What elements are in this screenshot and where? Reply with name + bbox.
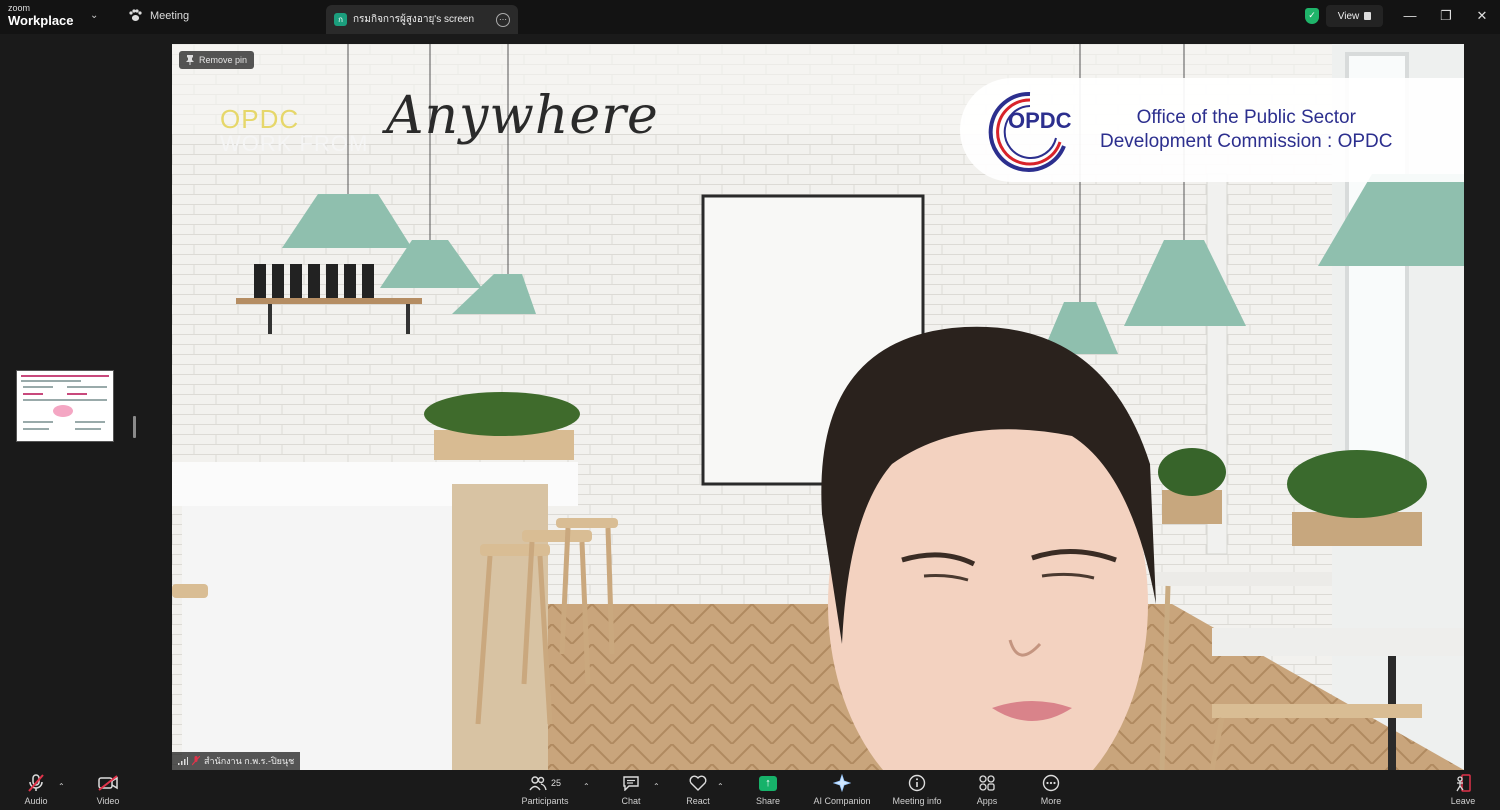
meeting-area: Remove pin OPDC WORK FROM Anywhere OPDC … [0,34,1500,770]
more-label: More [1040,796,1062,806]
meeting-controls: Audio ⌃ Video 25 Participants ⌃ Chat ⌃ R… [0,770,1500,810]
share-icon: ↑ [757,772,779,794]
audio-label: Audio [24,796,48,806]
video-button[interactable]: Video [73,772,143,806]
leave-label: Leave [1450,796,1476,806]
tab-shared-screen-label: กรมกิจการผู้สูงอายุ's screen [353,14,475,25]
title-bar: zoom Workplace ⌄ Meeting ก กรมกิจการผู้ส… [0,0,1500,34]
slogan-script: Anywhere [386,86,659,146]
audio-caret-icon[interactable]: ⌃ [58,782,65,791]
brand-top: zoom [8,3,31,13]
opdc-logo-text: OPDC [1008,108,1072,133]
panel-splitter[interactable] [133,416,136,438]
pinned-video[interactable]: Remove pin OPDC WORK FROM Anywhere OPDC … [172,44,1464,770]
chevron-down-icon[interactable]: ⌄ [90,10,98,21]
ai-companion-label: AI Companion [813,796,871,806]
view-label: View [1337,10,1360,22]
chat-icon [620,772,642,794]
opdc-logo-card: OPDC Office of the Public Sector Develop… [960,78,1464,182]
background-slogan: OPDC WORK FROM [220,106,368,155]
react-caret-icon[interactable]: ⌃ [717,782,724,791]
participants-icon: 25 [523,772,567,794]
view-icon [1364,12,1372,20]
muted-mic-icon [25,772,47,794]
signal-icon [178,757,188,765]
view-button[interactable]: View [1326,5,1383,27]
shield-check-icon[interactable]: ✓ [1305,8,1319,24]
maximize-icon[interactable]: ❐ [1436,8,1456,24]
minimize-icon[interactable]: — [1400,8,1420,23]
ai-companion-button[interactable]: AI Companion [807,772,877,806]
video-off-icon [97,772,119,794]
apps-label: Apps [976,796,998,806]
share-label: Share [755,796,781,806]
pin-icon [186,55,194,65]
close-icon[interactable]: ✕ [1472,8,1492,24]
more-button[interactable]: More [1016,772,1086,806]
remove-pin-label: Remove pin [199,55,248,65]
participants-count: 25 [550,778,561,788]
slogan-line2: WORK FROM [220,130,369,156]
leave-icon [1452,772,1474,794]
heart-icon [687,772,709,794]
video-label: Video [96,796,120,806]
tab-meeting[interactable]: Meeting [128,9,189,22]
participants-caret-icon[interactable]: ⌃ [583,782,590,791]
tab-badge: ก [334,13,347,26]
meeting-info-label: Meeting info [892,796,942,806]
chat-caret-icon[interactable]: ⌃ [653,782,660,791]
info-icon [906,772,928,794]
paw-icon [129,9,142,21]
react-label: React [686,796,710,806]
apps-icon [976,772,998,794]
more-icon [1040,772,1062,794]
tab-shared-screen[interactable]: ก กรมกิจการผู้สูงอายุ's screen ⋯ [326,5,518,34]
meeting-info-button[interactable]: Meeting info [882,772,952,806]
more-icon[interactable]: ⋯ [496,12,510,27]
org-line1: Office of the Public Sector [1136,107,1356,128]
shared-screen-thumbnail[interactable] [16,370,114,442]
zoom-workplace-logo[interactable]: zoom Workplace [8,3,74,28]
slogan-line1: OPDC [220,104,300,134]
org-line2: Development Commission : OPDC [1100,130,1393,152]
muted-mic-icon [192,756,200,766]
participants-button[interactable]: 25 Participants [510,772,580,806]
participants-label: Participants [521,796,569,806]
sparkle-icon [831,772,853,794]
tab-meeting-label: Meeting [150,9,190,22]
share-button[interactable]: ↑ Share [733,772,803,806]
organization-name: Office of the Public Sector Development … [1100,106,1392,154]
brand-bottom: Workplace [8,13,74,28]
chat-label: Chat [621,796,641,806]
leave-button[interactable]: Leave [1428,772,1498,806]
participant-name-tag: สำนักงาน ก.พ.ร.-ปิยนุช [172,752,301,770]
apps-button[interactable]: Apps [952,772,1022,806]
remove-pin-button[interactable]: Remove pin [179,51,255,69]
participant-name: สำนักงาน ก.พ.ร.-ปิยนุช [204,756,295,766]
